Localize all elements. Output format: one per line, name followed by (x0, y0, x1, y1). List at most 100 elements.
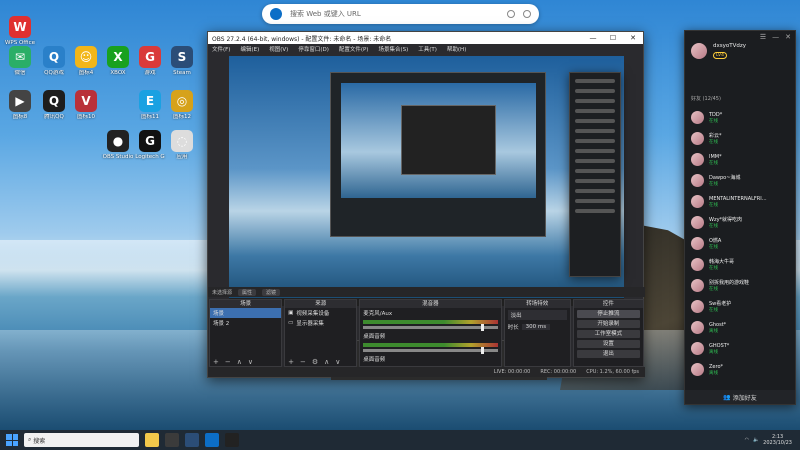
friend-row[interactable]: Sw看老护 在线 (691, 300, 793, 313)
minimize-icon[interactable]: — (772, 33, 779, 41)
friend-row[interactable]: MENTALINTERNALFRI... 在线 (691, 195, 793, 208)
menu-item[interactable]: 帮助(H) (447, 45, 466, 53)
volume-slider[interactable] (363, 347, 498, 354)
desktop-icon-label: QQ游戏 (44, 70, 64, 76)
menu-item[interactable]: 文件(F) (212, 45, 230, 53)
clock[interactable]: 2:13 2023/10/23 (763, 434, 792, 446)
menu-item[interactable]: 编辑(E) (240, 45, 259, 53)
obs-menu-bar: 文件(F) 编辑(E) 视图(V) 停靠窗口(D) 配置文件(P) 场景集合(S) 工具(T… (208, 44, 643, 53)
add-friend-button[interactable]: 👥 添加好友 (685, 390, 795, 404)
minimize-icon[interactable]: — (583, 34, 603, 42)
filters-button[interactable]: 滤镜 (262, 288, 281, 296)
desktop-icon[interactable]: W WPS Office (3, 16, 37, 47)
up-icon[interactable]: ∧ (324, 358, 329, 366)
scene-item[interactable]: 场景 2 (210, 318, 281, 328)
friend-row[interactable]: GHOST* 离线 (691, 342, 793, 355)
wifi-icon[interactable]: ◠ (745, 437, 749, 443)
obs-preview[interactable] (229, 56, 624, 380)
friend-row[interactable]: 彩云* 在线 (691, 132, 793, 145)
avatar (691, 216, 704, 229)
desktop-icon[interactable]: ● OBS Studio (101, 130, 135, 161)
source-item[interactable]: ▭ 显示器采集 (285, 318, 356, 328)
source-item[interactable]: ▣ 视频采集设备 (285, 308, 356, 318)
stop-streaming-button[interactable]: 停止推流 (576, 310, 640, 318)
edge-search-input[interactable]: 搜索 Web 或键入 URL (290, 9, 499, 19)
edge-search-bar[interactable]: 搜索 Web 或键入 URL (262, 4, 539, 24)
menu-item[interactable]: 场景集合(S) (378, 45, 408, 53)
friend-row[interactable]: TDD* 在线 (691, 111, 793, 124)
menu-item[interactable]: 工具(T) (418, 45, 437, 53)
desktop-icon[interactable]: X XBOX (101, 46, 135, 77)
friend-row[interactable]: Ghost* 离线 (691, 321, 793, 334)
add-icon[interactable]: + (213, 358, 219, 366)
menu-item[interactable]: 视图(V) (269, 45, 288, 53)
scenes-dock: 场景 场景 场景 2 + − ∧ ∨ (209, 299, 283, 367)
speaker-icon[interactable]: 🔈 (753, 437, 759, 443)
remove-icon[interactable]: − (225, 358, 231, 366)
friend-row[interactable]: Zero* 离线 (691, 363, 793, 376)
exit-button[interactable]: 退出 (576, 350, 640, 358)
desktop-icon[interactable]: Q 腾讯QQ (37, 90, 71, 121)
app-icon: V (75, 90, 97, 112)
remove-icon[interactable]: − (300, 358, 306, 366)
visual-search-icon[interactable] (507, 10, 515, 18)
desktop-icon-label: Steam (173, 70, 191, 76)
app-icon: ☺ (75, 46, 97, 68)
friend-row[interactable]: IMM* 在线 (691, 153, 793, 166)
obs-taskbar-icon[interactable] (165, 433, 179, 447)
friend-row[interactable]: 韩海大牛哥 在线 (691, 258, 793, 271)
desktop-icon[interactable]: ✉ 微信 (3, 46, 37, 77)
mixer-channel-label: 麦克风/Aux (363, 311, 393, 317)
start-recording-button[interactable]: 开始录制 (576, 320, 640, 328)
edge-taskbar-icon[interactable] (205, 433, 219, 447)
duration-label: 时长 (507, 325, 519, 331)
close-icon[interactable]: ✕ (785, 33, 791, 41)
menu-item[interactable]: 配置文件(P) (339, 45, 369, 53)
desktop-icon[interactable]: S Steam (165, 46, 199, 77)
friends-header[interactable]: 好友 (12/45) (691, 95, 721, 102)
volume-slider[interactable] (363, 324, 498, 331)
app-icon: ◎ (171, 90, 193, 112)
settings-icon[interactable]: ☰ (760, 33, 766, 41)
start-button[interactable] (6, 434, 18, 446)
down-icon[interactable]: ∨ (335, 358, 340, 366)
maximize-icon[interactable]: ☐ (603, 34, 623, 42)
desktop-icon[interactable]: ☺ 图标4 (69, 46, 103, 77)
desktop-icon[interactable]: E 图标11 (133, 90, 167, 121)
desktop-icon[interactable]: G 游戏 (133, 46, 167, 77)
desktop-icon[interactable]: G Logitech G (133, 130, 167, 161)
add-icon[interactable]: + (288, 358, 294, 366)
app-icon: S (171, 46, 193, 68)
app-taskbar-icon[interactable] (225, 433, 239, 447)
current-user[interactable]: dxsyoTVdzy LV4 (691, 43, 746, 59)
obs-title-bar: OBS 27.2.4 (64-bit, windows) - 配置文件: 未命名… (208, 32, 643, 44)
desktop-icon[interactable]: V 图标10 (69, 90, 103, 121)
monitor-icon: ▭ (288, 320, 294, 326)
studio-mode-button[interactable]: 工作室模式 (576, 330, 640, 338)
taskbar-search[interactable]: ⌕ 搜索 (24, 433, 139, 447)
desktop-icon-label: 图标4 (78, 70, 94, 76)
friend-row[interactable]: 别拆我用的游戏鞋 在线 (691, 279, 793, 292)
close-icon[interactable]: ✕ (623, 34, 643, 42)
desktop-icon[interactable]: ◎ 图标12 (165, 90, 199, 121)
desktop-icon-label: 游戏 (144, 70, 156, 76)
steam-taskbar-icon[interactable] (185, 433, 199, 447)
menu-item[interactable]: 停靠窗口(D) (298, 45, 329, 53)
settings-button[interactable]: 设置 (576, 340, 640, 348)
file-explorer-icon[interactable] (145, 433, 159, 447)
up-icon[interactable]: ∧ (237, 358, 242, 366)
properties-button[interactable]: 属性 (238, 288, 257, 296)
duration-input[interactable]: 300 ms (521, 324, 551, 330)
duration-row: 时长 300 ms (505, 322, 570, 332)
settings-icon[interactable] (523, 10, 531, 18)
gear-icon[interactable]: ⚙ (312, 358, 318, 366)
friend-row[interactable]: Dawpo~海城 在线 (691, 174, 793, 187)
desktop-icon[interactable]: ◌ 应用 (165, 130, 199, 161)
scene-item[interactable]: 场景 (210, 308, 282, 318)
desktop-icon[interactable]: Q QQ游戏 (37, 46, 71, 77)
down-icon[interactable]: ∨ (248, 358, 253, 366)
friend-row[interactable]: Wzy*就得吃肉 在线 (691, 216, 793, 229)
transition-select[interactable]: 淡出 (507, 310, 567, 320)
desktop-icon[interactable]: ▶ 图标8 (3, 90, 37, 121)
friend-row[interactable]: O燃A 在线 (691, 237, 793, 250)
